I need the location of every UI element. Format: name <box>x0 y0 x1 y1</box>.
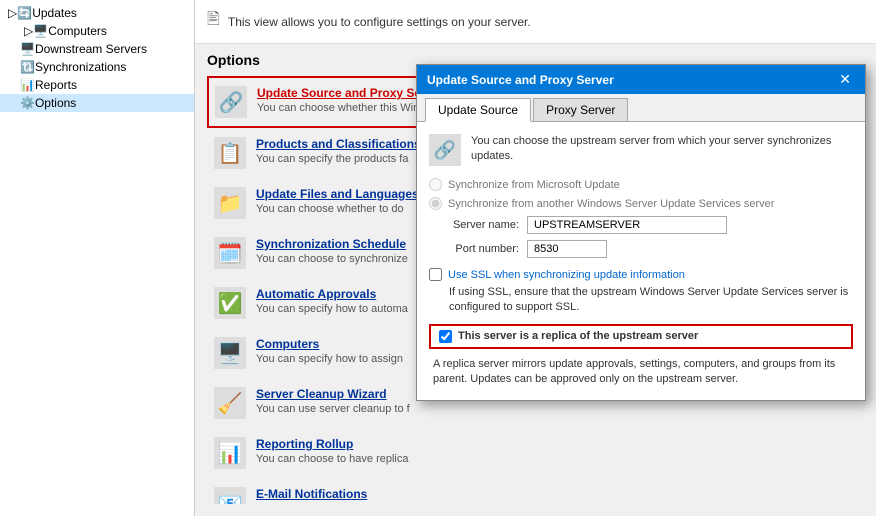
ssl-checkbox[interactable] <box>429 268 442 281</box>
replica-label: This server is a replica of the upstream… <box>458 330 698 342</box>
email-icon: 📧 <box>214 487 246 504</box>
info-bar: 🖹 This view allows you to configure sett… <box>195 0 876 44</box>
sidebar-label-downstream: Downstream Servers <box>35 42 147 56</box>
sidebar-item-downstream[interactable]: 🖥️ Downstream Servers <box>0 40 194 58</box>
dialog-title: Update Source and Proxy Server <box>427 73 614 87</box>
dialog-titlebar: Update Source and Proxy Server ✕ <box>417 65 865 94</box>
dialog-desc-icon: 🔗 <box>429 134 461 166</box>
info-text: This view allows you to configure settin… <box>228 15 531 29</box>
server-name-input[interactable] <box>527 216 727 234</box>
ssl-checkbox-row[interactable]: Use SSL when synchronizing update inform… <box>429 268 853 281</box>
options-item-email[interactable]: 📧 E-Mail Notifications You can have Wind… <box>207 478 864 504</box>
email-desc: You can have Windows Server <box>256 503 857 504</box>
options-icon: ⚙️ <box>20 96 35 110</box>
dialog-desc-text: You can choose the upstream server from … <box>471 134 853 165</box>
replica-desc: A replica server mirrors update approval… <box>433 357 853 388</box>
port-number-input[interactable] <box>527 240 607 258</box>
ssl-desc: If using SSL, ensure that the upstream W… <box>449 285 853 316</box>
radio-microsoft-update[interactable]: Synchronize from Microsoft Update <box>429 178 853 191</box>
updates-icon: 🔄 <box>17 6 32 20</box>
update-source-icon: 🔗 <box>215 86 247 118</box>
sidebar-label-sync: Synchronizations <box>35 60 126 74</box>
sidebar-label-updates: Updates <box>32 6 77 20</box>
products-icon: 📋 <box>214 137 246 169</box>
radio-wsus-server[interactable]: Synchronize from another Windows Server … <box>429 197 853 210</box>
replica-checkbox-box[interactable]: This server is a replica of the upstream… <box>429 324 853 349</box>
reporting-text: Reporting Rollup You can choose to have … <box>256 437 857 465</box>
radio-wsus-server-input[interactable] <box>429 197 442 210</box>
reporting-desc: You can choose to have replica <box>256 453 857 465</box>
sidebar-item-options[interactable]: ⚙️ Options <box>0 94 194 112</box>
sidebar-item-computers[interactable]: ▷ 🖥️ Computers <box>0 22 194 40</box>
radio-wsus-server-label: Synchronize from another Windows Server … <box>448 198 774 210</box>
reports-icon: 📊 <box>20 78 35 92</box>
email-text: E-Mail Notifications You can have Window… <box>256 487 857 504</box>
sidebar-item-synchronizations[interactable]: 🔃 Synchronizations <box>0 58 194 76</box>
port-number-row: Port number: <box>429 240 853 258</box>
cleanup-desc: You can use server cleanup to f <box>256 403 857 415</box>
reporting-title[interactable]: Reporting Rollup <box>256 437 857 451</box>
dialog-desc-area: 🔗 You can choose the upstream server fro… <box>429 134 853 166</box>
sidebar-item-reports[interactable]: 📊 Reports <box>0 76 194 94</box>
options-item-reporting[interactable]: 📊 Reporting Rollup You can choose to hav… <box>207 428 864 478</box>
port-number-label: Port number: <box>429 243 519 255</box>
dialog-content: 🔗 You can choose the upstream server fro… <box>417 122 865 400</box>
email-title[interactable]: E-Mail Notifications <box>256 487 857 501</box>
sidebar-label-options: Options <box>35 96 76 110</box>
cleanup-icon: 🧹 <box>214 387 246 419</box>
dialog-tabs: Update Source Proxy Server <box>417 94 865 122</box>
radio-microsoft-update-label: Synchronize from Microsoft Update <box>448 179 620 191</box>
computers-icon: 🖥️ <box>33 24 48 38</box>
tab-update-source[interactable]: Update Source <box>425 98 531 122</box>
dialog-update-source: Update Source and Proxy Server ✕ Update … <box>416 64 866 401</box>
replica-checkbox[interactable] <box>439 330 452 343</box>
radio-microsoft-update-input[interactable] <box>429 178 442 191</box>
reporting-icon: 📊 <box>214 437 246 469</box>
sync-schedule-icon: 🗓️ <box>214 237 246 269</box>
ssl-label: Use SSL when synchronizing update inform… <box>448 269 685 281</box>
sync-icon: 🔃 <box>20 60 35 74</box>
sidebar: ▷ 🔄 Updates ▷ 🖥️ Computers 🖥️ Downstream… <box>0 0 195 516</box>
sidebar-label-computers: Computers <box>48 24 107 38</box>
sidebar-item-updates[interactable]: ▷ 🔄 Updates <box>0 4 194 22</box>
server-name-row: Server name: <box>429 216 853 234</box>
server-name-label: Server name: <box>429 219 519 231</box>
computers-opt-icon: 🖥️ <box>214 337 246 369</box>
expand-icon: ▷ <box>8 6 17 20</box>
info-icon: 🖹 <box>207 8 220 35</box>
tab-proxy-server[interactable]: Proxy Server <box>533 98 628 121</box>
downstream-icon: 🖥️ <box>20 42 35 56</box>
expand-icon-computers: ▷ <box>24 24 33 38</box>
main-content: 🖹 This view allows you to configure sett… <box>195 0 876 516</box>
ssl-desc-text: If using SSL, ensure that the upstream W… <box>449 286 848 313</box>
auto-approvals-icon: ✅ <box>214 287 246 319</box>
sidebar-label-reports: Reports <box>35 78 77 92</box>
options-panel: Options 🔗 Update Source and Proxy Server… <box>195 44 876 516</box>
update-files-icon: 📁 <box>214 187 246 219</box>
dialog-close-button[interactable]: ✕ <box>835 71 855 88</box>
